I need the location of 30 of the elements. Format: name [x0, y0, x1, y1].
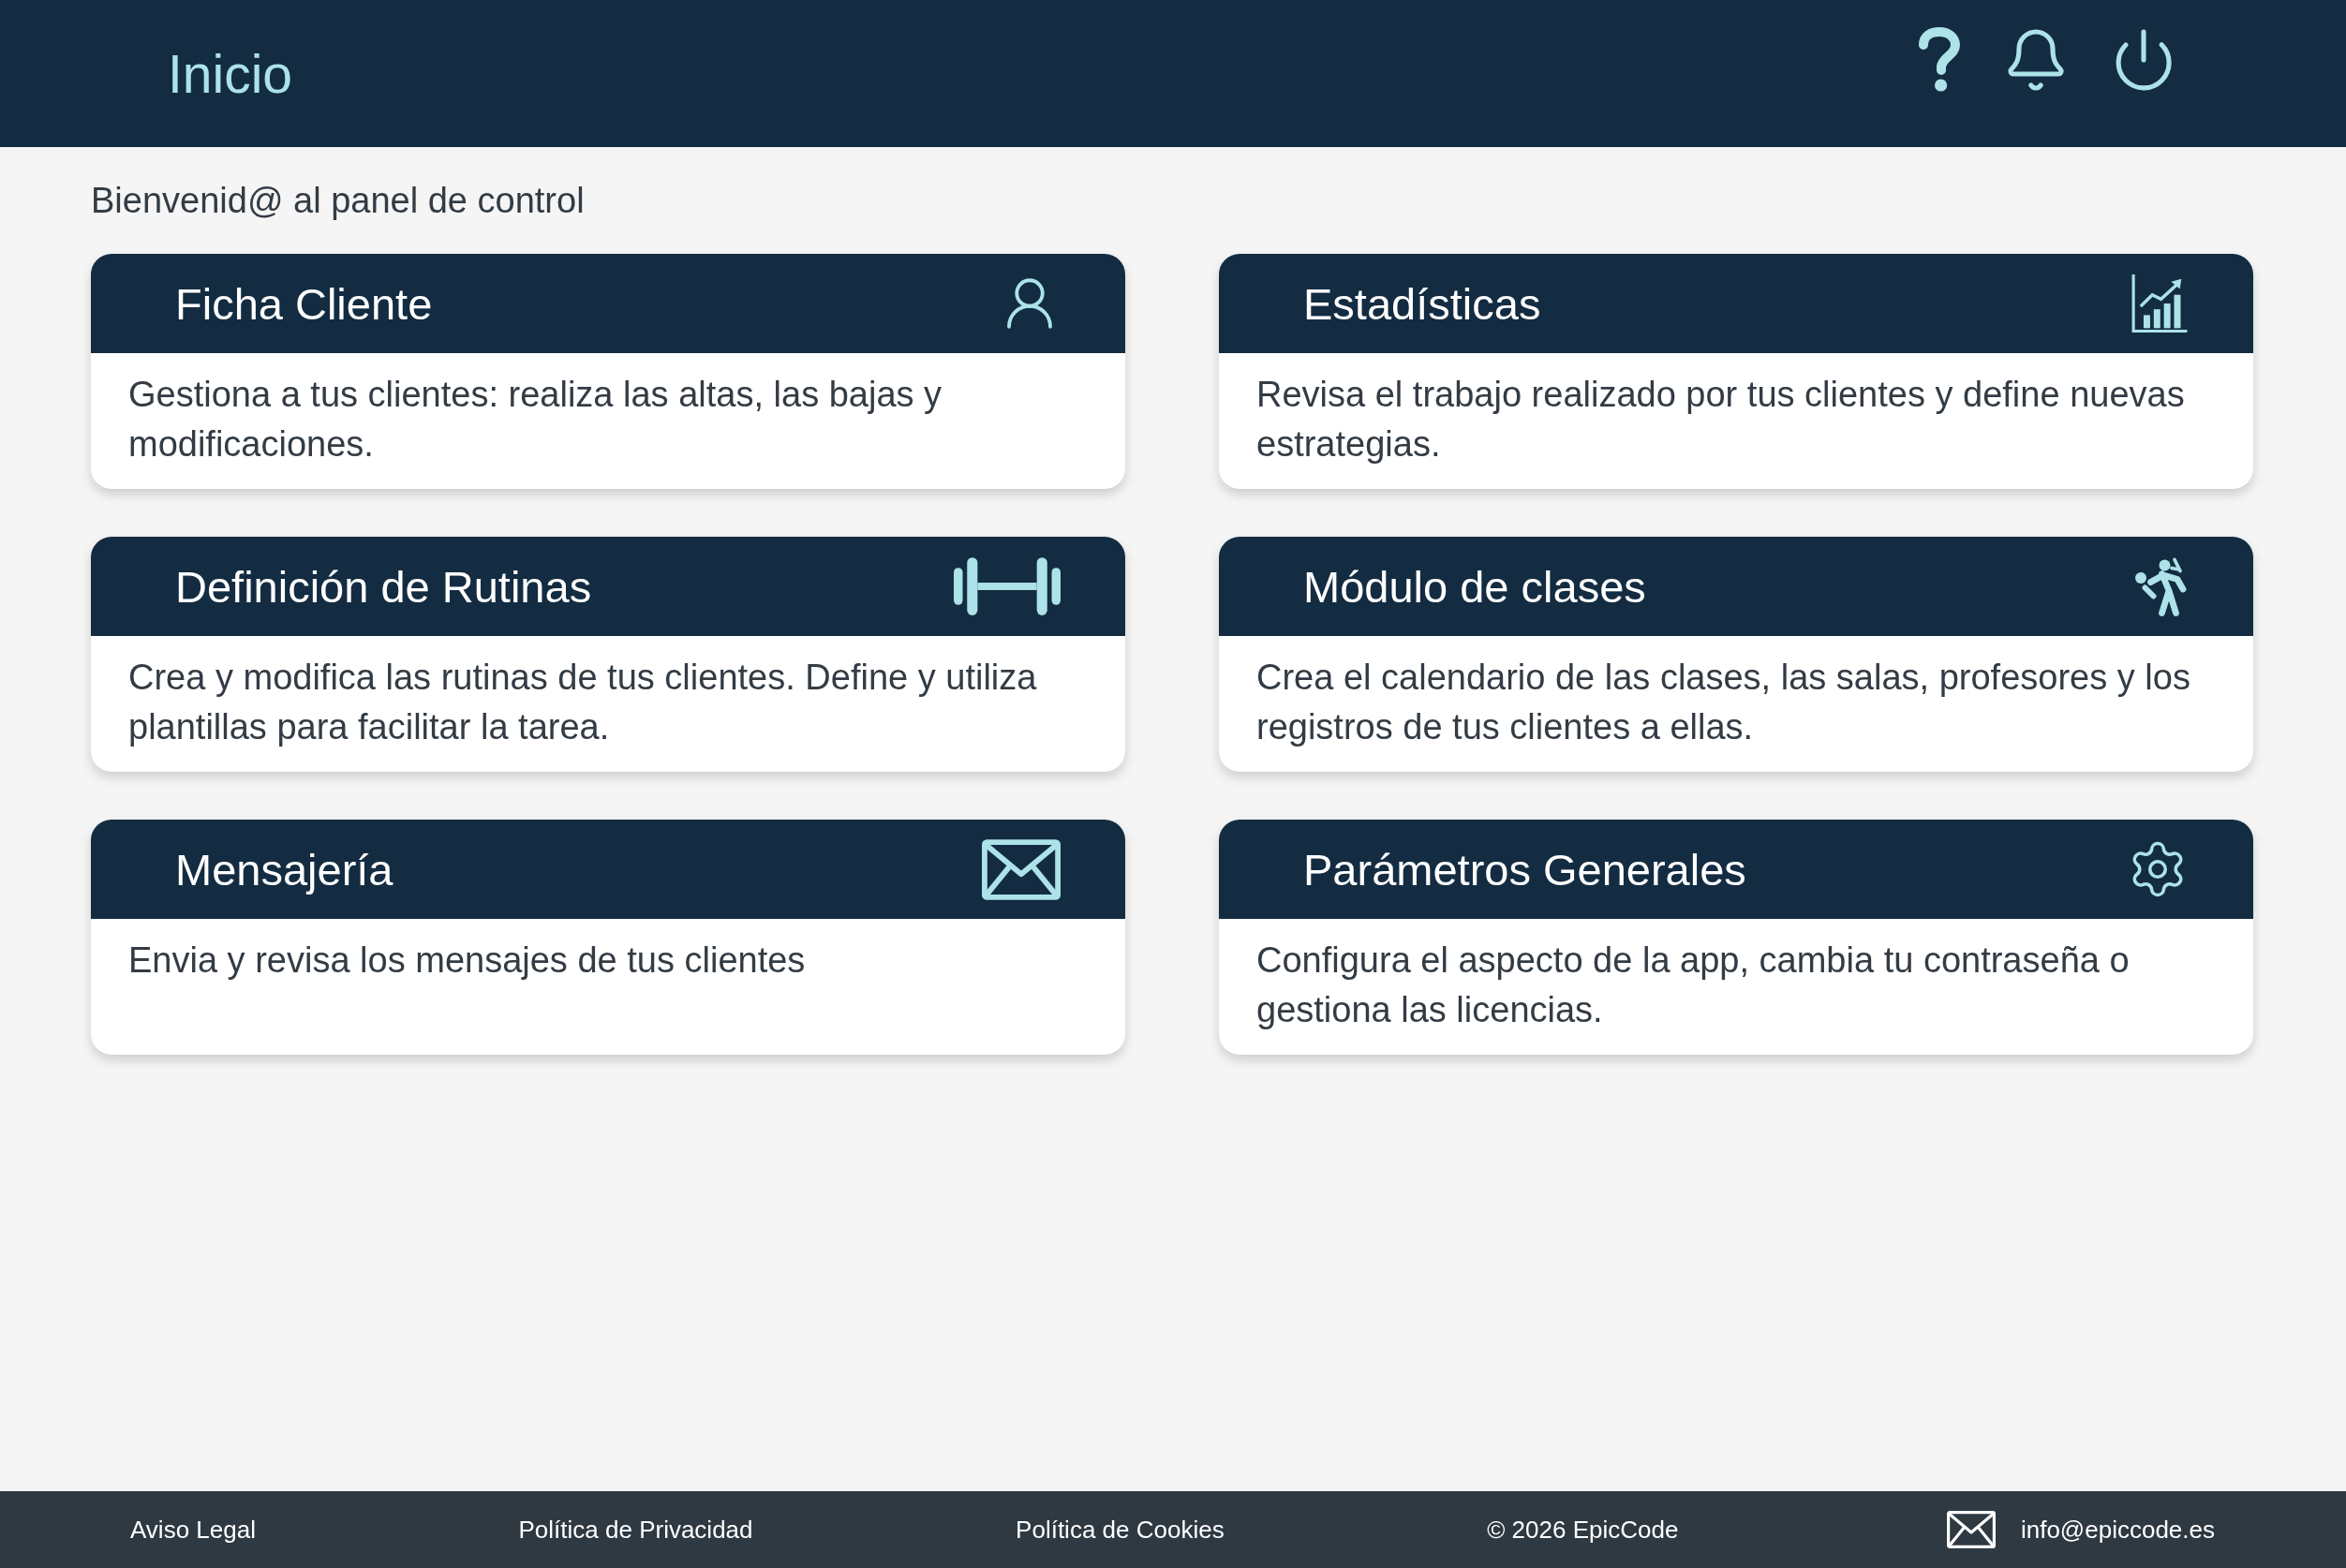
card-title: Mensajería: [175, 843, 393, 895]
card-title: Módulo de clases: [1303, 560, 1646, 613]
module-card[interactable]: Estadísticas Revisa el trabajo realizado por tus clientes y define nuevas estrategias.: [1219, 254, 2253, 489]
people-icon: [2132, 556, 2189, 616]
copyright-text: © 2026 EpicCode: [1487, 1515, 1679, 1545]
card-description: Crea y modifica las rutinas de tus clientes. Define y utiliza plantillas para facilitar la tarea.: [127, 657, 1038, 748]
module-card[interactable]: Ficha Cliente Gestiona a tus clientes: realiza las altas, las bajas y modificaciones.: [91, 254, 1125, 489]
module-card[interactable]: Mensajería Envia y revisa los mensajes de tus clientes: [91, 820, 1125, 1055]
card-title: Estadísticas: [1303, 277, 1541, 330]
footer-link[interactable]: Política de Cookies: [1016, 1515, 1225, 1545]
card-title: Parámetros Generales: [1303, 843, 1746, 895]
module-card[interactable]: Módulo de clases Crea el calendario de las clases, las salas, profesores y los registros de tus clientes a ellas.: [1219, 537, 2253, 772]
card-title: Ficha Cliente: [175, 277, 433, 330]
card-description: Revisa el trabajo realizado por tus clientes y define nuevas estrategias.: [1255, 374, 2186, 466]
card-description: Configura el aspecto de la app, cambia tu contraseña o gestiona las licencias.: [1255, 939, 2131, 1031]
card-description: Crea el calendario de las clases, las salas, profesores y los registros de tus clientes a ellas.: [1255, 657, 2191, 748]
barbell-icon: [954, 557, 1061, 615]
footer-link[interactable]: Política de Privacidad: [518, 1515, 753, 1545]
footer-link[interactable]: Aviso Legal: [130, 1515, 256, 1545]
help-icon[interactable]: [1917, 27, 1962, 93]
card-title: Definición de Rutinas: [175, 560, 592, 613]
email-link[interactable]: info@epiccode.es: [2020, 1515, 2215, 1545]
card-description: Envia y revisa los mensajes de tus clientes: [127, 939, 807, 982]
module-card[interactable]: Definición de Rutinas Crea y modifica las rutinas de tus clientes. Define y utiliza plantillas para facilitar la tarea.: [91, 537, 1125, 772]
module-card[interactable]: Parámetros Generales Configura el aspecto de la app, cambia tu contraseña o gestiona las licencias.: [1219, 820, 2253, 1055]
page-title: Inicio: [168, 42, 293, 105]
card-description: Gestiona a tus clientes: realiza las altas, las bajas y modificaciones.: [127, 374, 943, 466]
envelope-icon: [982, 838, 1061, 900]
welcome-text: Bienvenid@ al panel de control: [91, 180, 586, 222]
bar-chart-icon: [2131, 273, 2189, 334]
